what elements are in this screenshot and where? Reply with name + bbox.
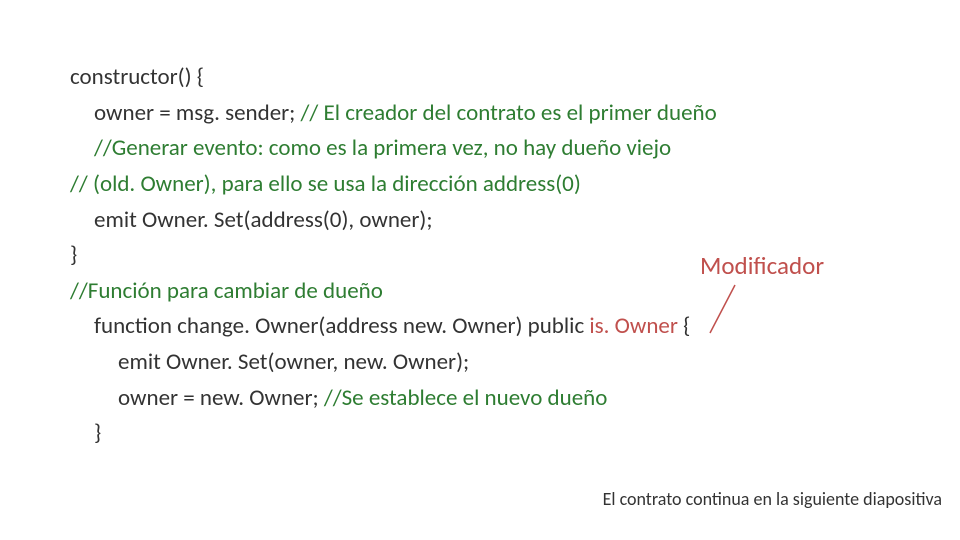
- code-line-8: function change. Owner(address new. Owne…: [70, 309, 717, 345]
- code-line-9: emit Owner. Set(owner, new. Owner);: [70, 345, 717, 381]
- code-line-11: }: [70, 416, 717, 452]
- code-line-4: // (old. Owner), para ello se usa la dir…: [70, 167, 717, 203]
- code-text: {: [678, 312, 690, 340]
- code-line-10: owner = new. Owner; //Se establece el nu…: [70, 381, 717, 417]
- connector-line-icon: [700, 285, 760, 345]
- code-modifier: is. Owner: [589, 312, 678, 340]
- code-line-7: //Función para cambiar de dueño: [70, 274, 717, 310]
- code-comment: // El creador del contrato es el primer …: [301, 99, 717, 127]
- footnote: El contrato continua en la siguiente dia…: [603, 488, 942, 510]
- code-text: owner = msg. sender;: [94, 99, 301, 127]
- code-text: function change. Owner(address new. Owne…: [94, 312, 589, 340]
- modifier-label: Modificador: [700, 250, 824, 281]
- code-block: constructor() { owner = msg. sender; // …: [70, 60, 717, 452]
- code-line-3: //Generar evento: como es la primera vez…: [70, 131, 717, 167]
- code-line-5: emit Owner. Set(address(0), owner);: [70, 203, 717, 239]
- code-text: owner = new. Owner;: [118, 384, 324, 412]
- code-comment: //Se establece el nuevo dueño: [324, 384, 608, 412]
- code-line-1: constructor() {: [70, 60, 717, 96]
- code-line-2: owner = msg. sender; // El creador del c…: [70, 96, 717, 132]
- slide: constructor() { owner = msg. sender; // …: [0, 0, 960, 540]
- code-line-6: }: [70, 238, 717, 274]
